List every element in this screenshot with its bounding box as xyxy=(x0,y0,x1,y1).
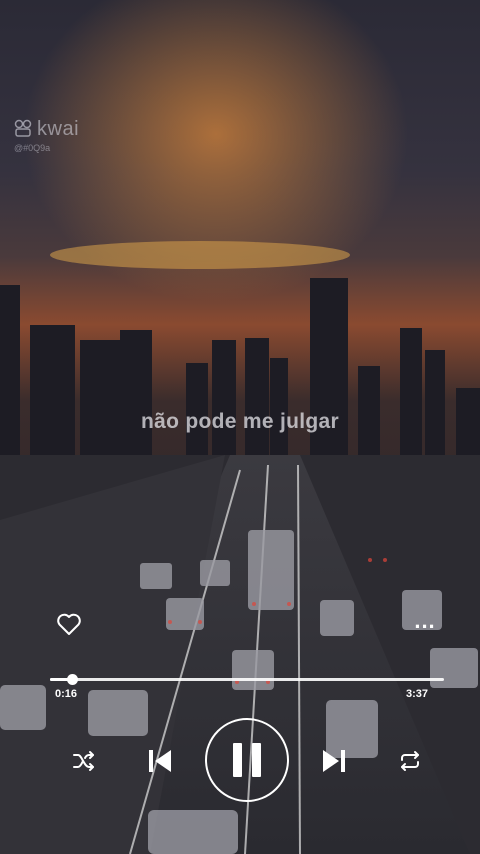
repeat-icon xyxy=(401,751,419,771)
progress-thumb[interactable] xyxy=(66,674,78,685)
kwai-watermark: kwai @#0Q9a xyxy=(14,118,79,153)
previous-button[interactable] xyxy=(146,746,174,776)
next-button[interactable] xyxy=(320,746,348,776)
shuffle-button[interactable] xyxy=(70,748,98,774)
lyric-line: não pode me julgar xyxy=(141,410,339,433)
skip-next-icon xyxy=(323,750,345,772)
current-time: 0:16 xyxy=(55,688,78,700)
like-button[interactable] xyxy=(56,612,82,636)
heart-icon xyxy=(57,613,81,635)
progress-bar[interactable] xyxy=(50,674,444,685)
repeat-button[interactable] xyxy=(396,748,424,774)
shuffle-icon xyxy=(73,751,94,771)
kwai-logo: kwai xyxy=(14,118,79,141)
kwai-brand-text: kwai xyxy=(37,118,80,140)
pause-icon xyxy=(233,743,261,777)
more-dots-icon: ... xyxy=(414,608,436,633)
kwai-user-handle: @#0Q9a xyxy=(14,143,51,153)
skip-previous-icon xyxy=(149,750,171,772)
total-time: 3:37 xyxy=(406,688,429,700)
player-screen: kwai @#0Q9a não pode me julgar ... 0:16 … xyxy=(0,0,480,854)
kwai-logo-icon xyxy=(14,119,34,141)
play-pause-button[interactable] xyxy=(205,718,289,802)
more-options-button[interactable]: ... xyxy=(412,610,438,636)
